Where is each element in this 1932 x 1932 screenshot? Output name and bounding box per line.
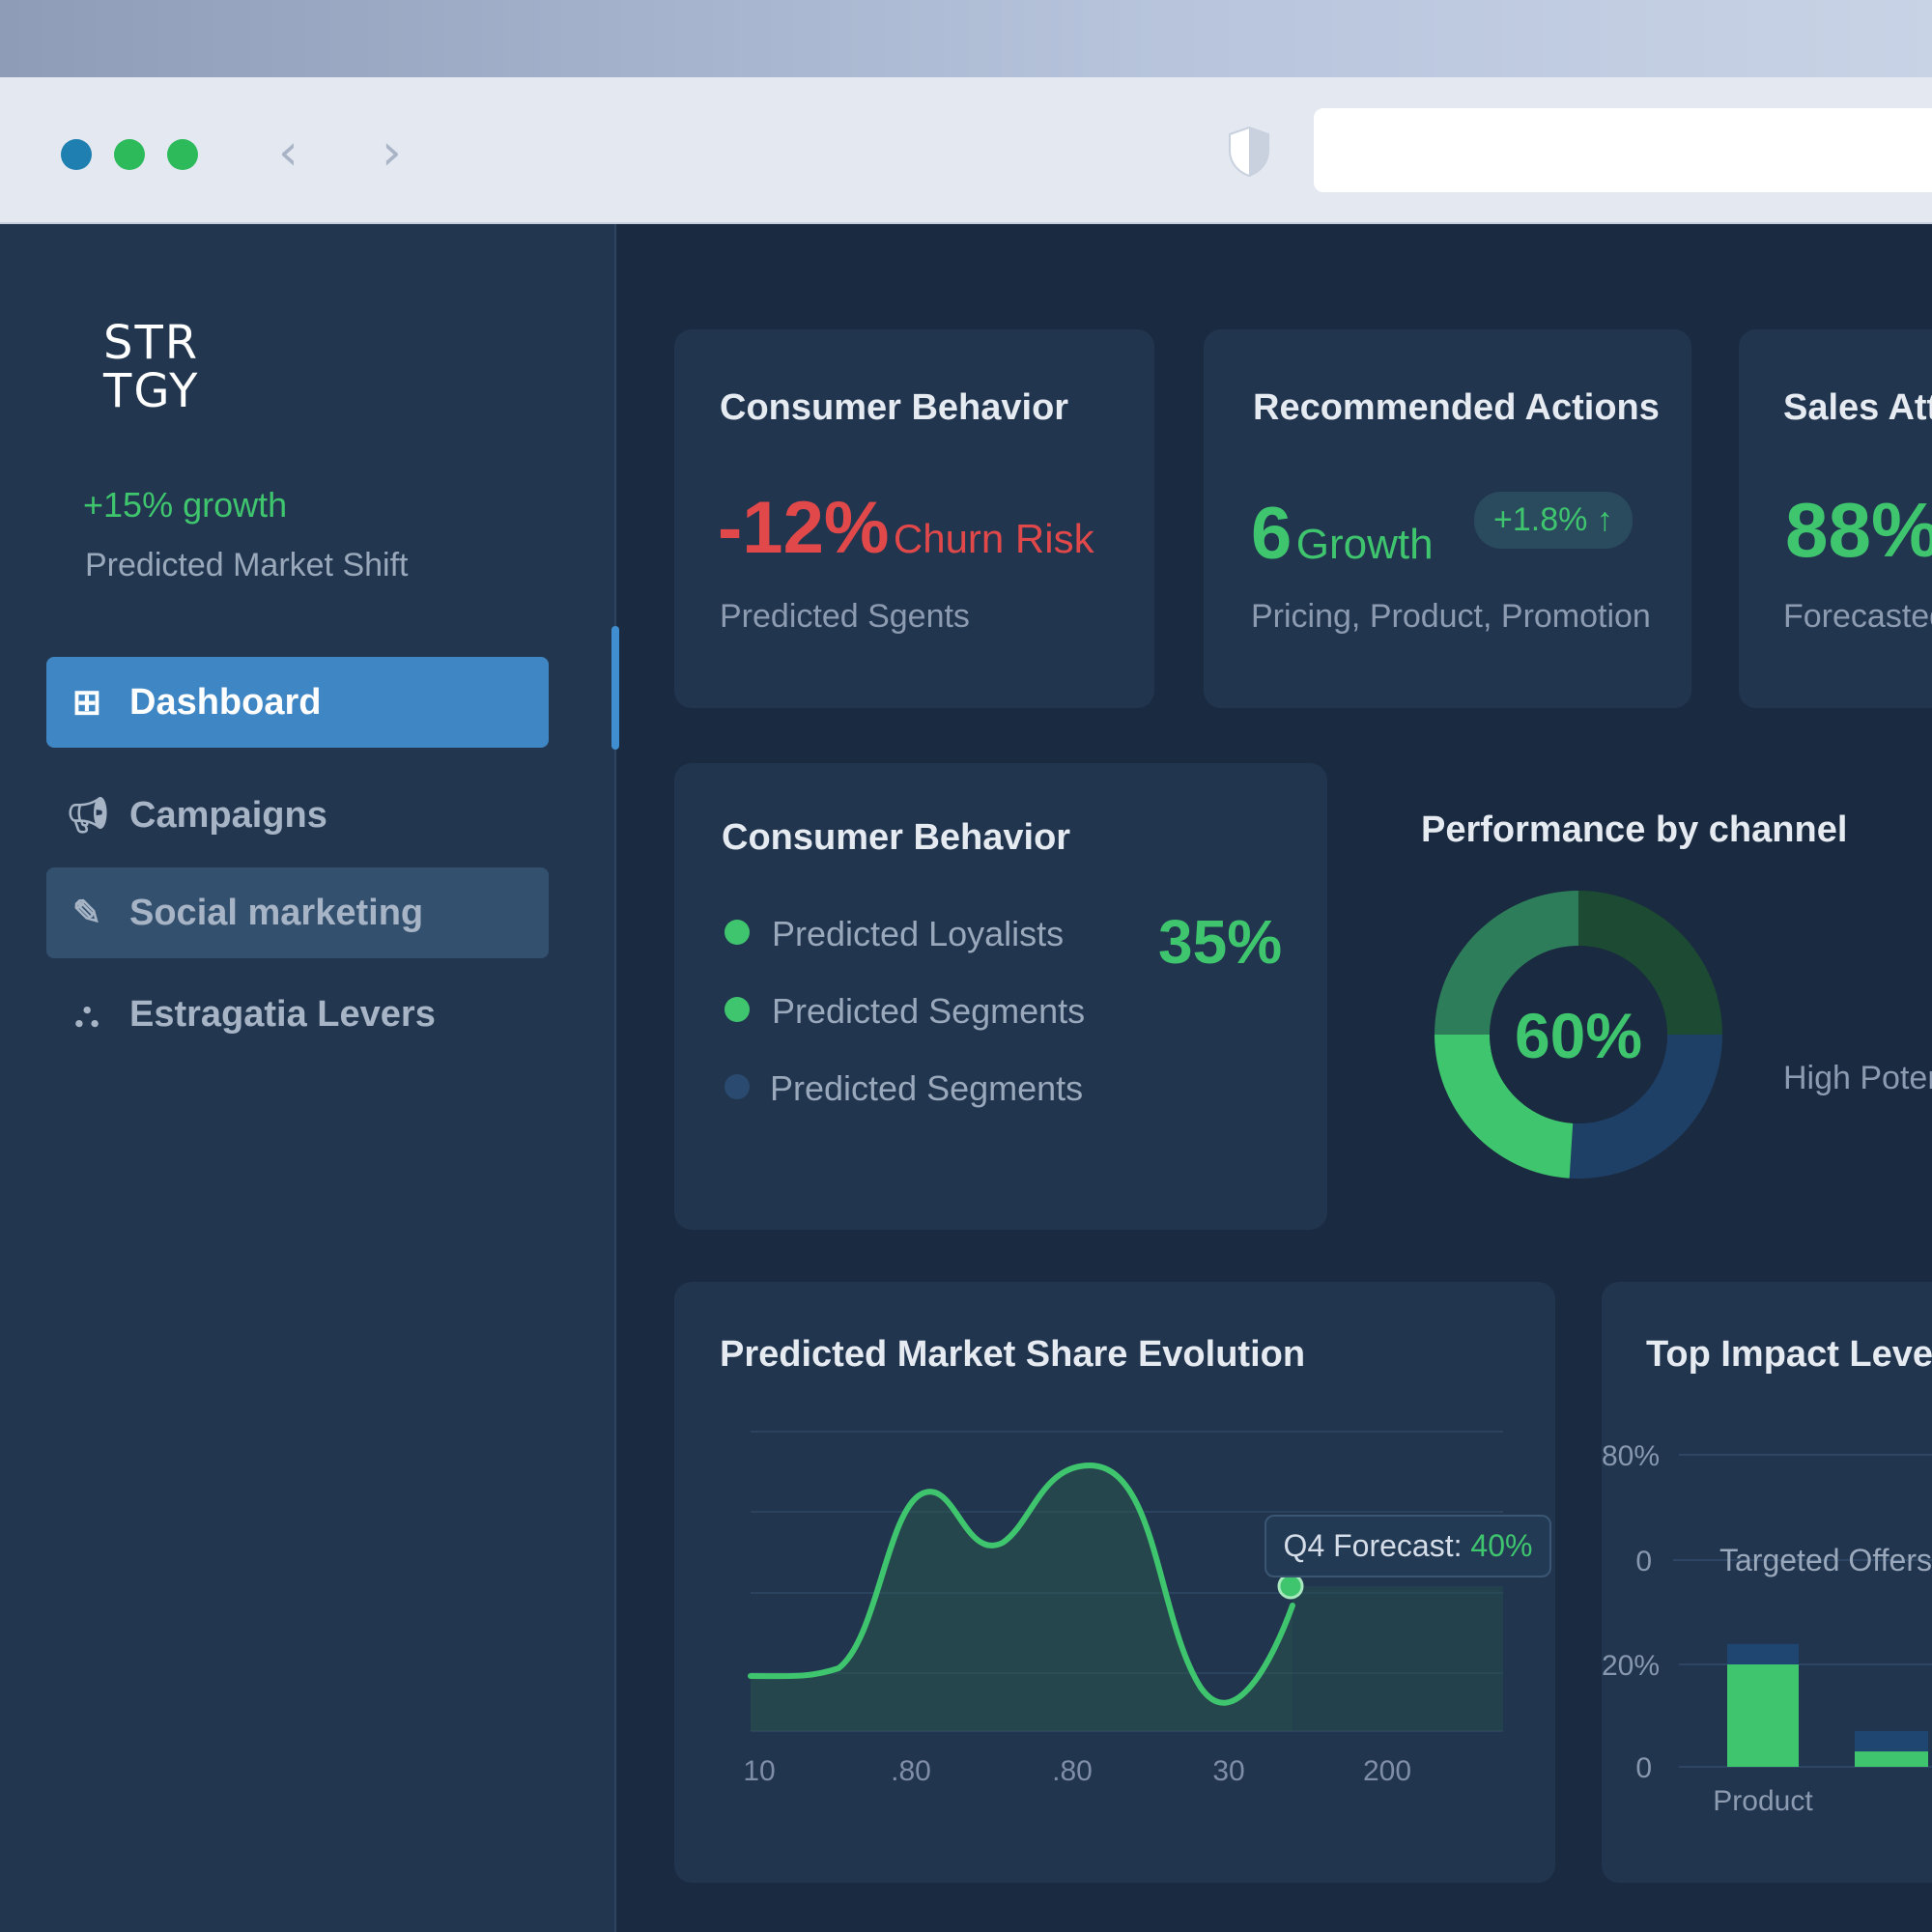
market-share-line-chart: 10 .80 .80 30 200 bbox=[743, 1431, 1503, 1787]
card-title: Recommended Actions bbox=[1253, 387, 1660, 428]
churn-label: Churn Risk bbox=[893, 516, 1094, 561]
desktop-background bbox=[0, 0, 1932, 79]
address-bar[interactable] bbox=[1314, 108, 1932, 192]
actions-metric: 6 Growth bbox=[1251, 492, 1434, 576]
sidebar-item-label: Campaigns bbox=[129, 794, 327, 836]
consumer-behavior-card: Consumer Behavior -12% Churn Risk Predic… bbox=[674, 329, 1154, 708]
logo: STR TGY bbox=[103, 316, 200, 418]
x-tick-label: .80 bbox=[1052, 1755, 1093, 1787]
card-caption: Pricing, Product, Promotion bbox=[1251, 598, 1651, 635]
sidebar-item-dashboard[interactable]: ⊞ Dashboard bbox=[46, 657, 549, 748]
forecast-tooltip: Q4 Forecast: 40% bbox=[1264, 1515, 1551, 1577]
legend-label: Predicted Segments bbox=[772, 991, 1086, 1031]
recommended-actions-card: Recommended Actions 6 Growth +1.8% ↑ Pri… bbox=[1204, 329, 1691, 708]
sidebar-scrollbar[interactable] bbox=[611, 626, 619, 750]
bar-annotation: Targeted Offers bbox=[1719, 1543, 1932, 1577]
growth-stat: +15% growth bbox=[83, 485, 288, 525]
forward-button[interactable]: › bbox=[382, 124, 402, 182]
x-category-label: Product bbox=[1713, 1785, 1813, 1817]
x-tick-label: 10 bbox=[743, 1755, 775, 1787]
sidebar-item-campaigns[interactable]: 📢︎ Campaigns bbox=[46, 770, 549, 861]
bar-segment bbox=[1855, 1730, 1928, 1752]
y-tick-label: 20% bbox=[1602, 1650, 1660, 1682]
actions-value: 6 bbox=[1251, 493, 1293, 575]
window-maximize-button[interactable] bbox=[167, 139, 198, 170]
top-impact-bar-chart: 80% 0 20% 0 Targeted Offers Product bbox=[1602, 1440, 1932, 1817]
x-tick-label: .80 bbox=[891, 1755, 931, 1787]
window-minimize-button[interactable] bbox=[114, 139, 145, 170]
legend-dot bbox=[724, 1074, 750, 1099]
shield-icon[interactable] bbox=[1227, 126, 1271, 178]
y-tick-label: 0 bbox=[1635, 1546, 1652, 1577]
bar-segment bbox=[1727, 1664, 1799, 1767]
sales-card: Sales Att 88% Forecasted bbox=[1739, 329, 1932, 708]
back-button[interactable]: ‹ bbox=[278, 124, 298, 182]
loyalists-value: 35% bbox=[1158, 907, 1283, 977]
card-caption: Predicted Sgents bbox=[720, 598, 970, 635]
line-area bbox=[751, 1465, 1293, 1731]
donut-center-label: 60% bbox=[1514, 1000, 1643, 1071]
sidebar-item-estragatia-levers[interactable]: ⛬ Estragatia Levers bbox=[46, 969, 549, 1060]
x-tick-label: 30 bbox=[1212, 1755, 1244, 1787]
legend-dot bbox=[724, 920, 750, 945]
legend-label: Predicted Loyalists bbox=[772, 914, 1065, 953]
window-close-button[interactable] bbox=[61, 139, 92, 170]
forecast-area bbox=[1293, 1586, 1503, 1731]
bar-segment bbox=[1855, 1751, 1928, 1767]
performance-title: Performance by channel bbox=[1421, 810, 1848, 850]
x-tick-label: 200 bbox=[1363, 1755, 1411, 1787]
segments-card: Consumer Behavior Predicted Loyalists Pr… bbox=[674, 763, 1327, 1230]
megaphone-icon: 📢︎ bbox=[66, 795, 110, 835]
grid-icon: ⊞ bbox=[71, 682, 102, 722]
growth-caption: Predicted Market Shift bbox=[85, 547, 409, 583]
churn-value: -12% bbox=[718, 487, 890, 569]
donut-side-label: High Poter bbox=[1783, 1060, 1932, 1096]
legend-dot bbox=[724, 997, 750, 1022]
y-tick-label: 80% bbox=[1602, 1440, 1660, 1472]
sidebar-item-label: Social marketing bbox=[129, 892, 424, 933]
bar-segment bbox=[1727, 1643, 1799, 1664]
sidebar-item-social-marketing[interactable]: ✎ Social marketing bbox=[46, 867, 549, 958]
sales-value: 88% bbox=[1785, 487, 1932, 573]
tooltip-label: Q4 Forecast: bbox=[1283, 1528, 1463, 1563]
y-tick-label: 0 bbox=[1635, 1752, 1652, 1784]
hierarchy-icon: ⛬ bbox=[74, 993, 99, 1034]
actions-label: Growth bbox=[1295, 521, 1434, 568]
growth-badge: +1.8% ↑ bbox=[1474, 492, 1633, 549]
sidebar bbox=[0, 224, 616, 1932]
edit-icon: ✎ bbox=[71, 893, 102, 932]
legend-label: Predicted Segments bbox=[770, 1068, 1084, 1108]
card-title: Sales Att bbox=[1783, 387, 1932, 428]
sidebar-item-label: Estragatia Levers bbox=[129, 993, 436, 1035]
churn-metric: -12% Churn Risk bbox=[718, 486, 1094, 570]
forecast-point bbox=[1277, 1573, 1304, 1600]
card-title: Consumer Behavior bbox=[722, 817, 1071, 858]
sidebar-item-label: Dashboard bbox=[129, 681, 322, 723]
card-caption: Forecasted bbox=[1783, 598, 1932, 635]
tooltip-value: 40% bbox=[1470, 1528, 1533, 1563]
card-title: Consumer Behavior bbox=[720, 387, 1069, 428]
